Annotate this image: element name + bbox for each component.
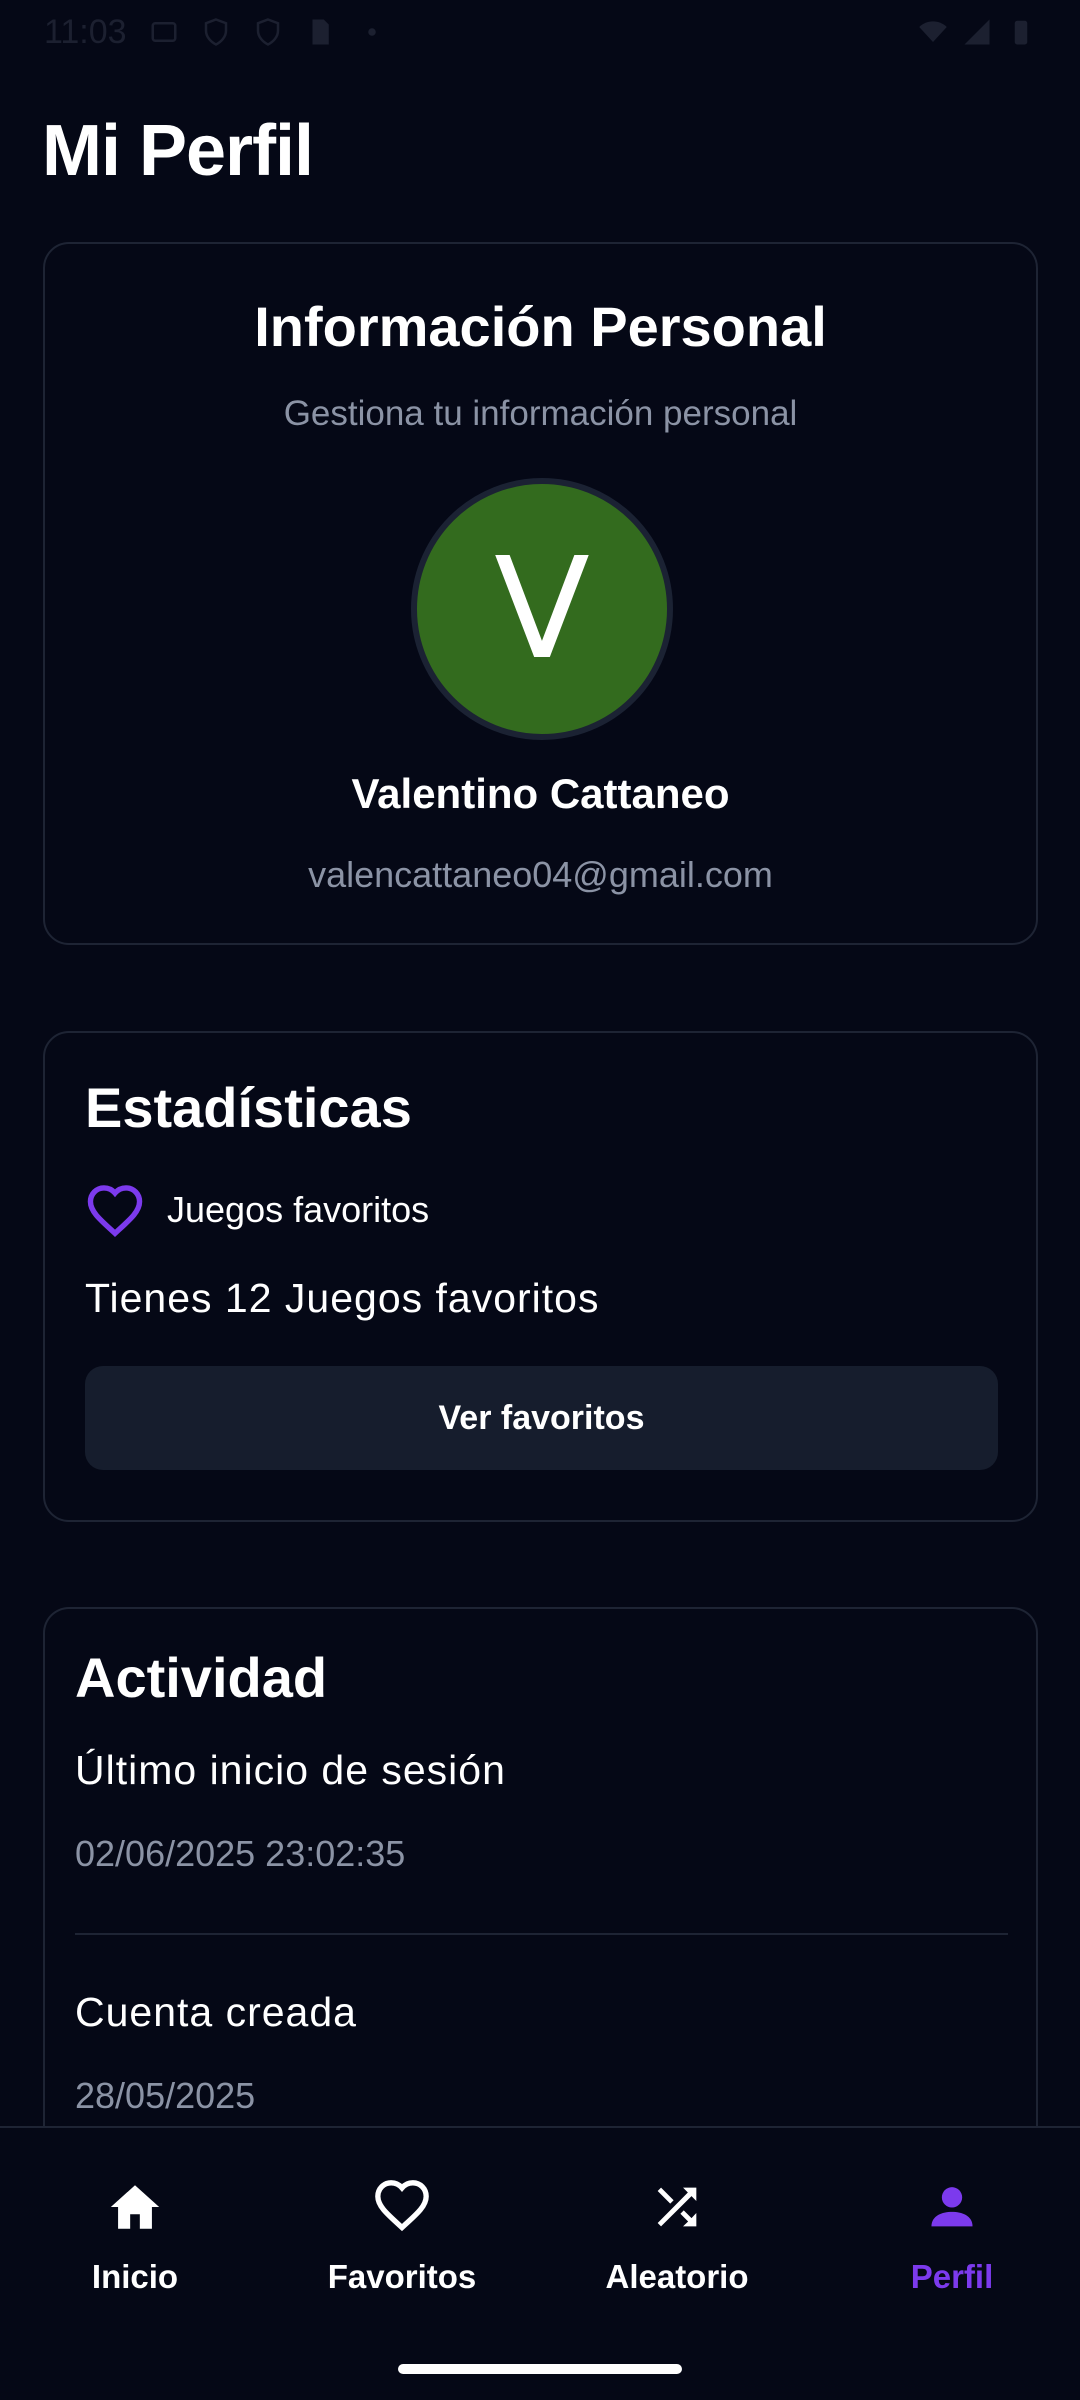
stats-title: Estadísticas xyxy=(85,1076,412,1139)
avatar[interactable]: V xyxy=(411,478,673,740)
avatar-letter: V xyxy=(494,527,590,691)
user-email: valencattaneo04@gmail.com xyxy=(308,854,773,895)
activity-card: Actividad Último inicio de sesión 02/06/… xyxy=(43,1607,1038,2127)
screen-record-icon xyxy=(151,22,177,42)
nav-label-aleatorio: Aleatorio xyxy=(605,2258,749,2295)
dot-icon xyxy=(367,28,376,36)
nav-label-perfil: Perfil xyxy=(910,2258,994,2295)
bottom-nav: Inicio Favoritos Aleatorio Perfil xyxy=(0,2126,1080,2400)
stats-card: Estadísticas Juegos favoritos Tienes 12 … xyxy=(43,1031,1038,1522)
home-icon xyxy=(110,2185,160,2229)
status-bar: 11:03 xyxy=(0,0,1080,64)
account-created-label: Cuenta creada xyxy=(75,1989,357,2035)
status-time: 11:03 xyxy=(44,12,127,51)
shuffle-icon xyxy=(657,2187,697,2227)
signal-icon xyxy=(964,19,990,45)
nav-item-favoritos[interactable]: Favoritos xyxy=(267,2178,537,2328)
nav-label-favoritos: Favoritos xyxy=(327,2258,477,2295)
nav-item-perfil[interactable]: Perfil xyxy=(817,2178,1080,2328)
divider xyxy=(75,1933,1008,1935)
favorites-label: Juegos favoritos xyxy=(167,1189,430,1230)
home-indicator[interactable] xyxy=(398,2364,682,2374)
page-title: Mi Perfil xyxy=(42,111,314,191)
profile-screen: 11:03 Mi Perfil Información Personal Ges… xyxy=(0,0,1080,2400)
shield-icon xyxy=(204,18,227,46)
battery-icon xyxy=(1014,20,1028,45)
sim-card-icon xyxy=(312,19,329,45)
user-name: Valentino Cattaneo xyxy=(351,770,730,817)
status-left: 11:03 xyxy=(44,13,387,52)
favorites-summary: Tienes 12 Juegos favoritos xyxy=(85,1275,600,1321)
last-login-value: 02/06/2025 23:02:35 xyxy=(75,1833,406,1874)
heart-icon xyxy=(87,1185,143,1237)
nav-item-aleatorio[interactable]: Aleatorio xyxy=(542,2178,812,2328)
nav-label-inicio: Inicio xyxy=(91,2258,179,2295)
last-login-label: Último inicio de sesión xyxy=(75,1747,506,1793)
favorites-row: Juegos favoritos xyxy=(85,1183,429,1237)
personal-info-title: Información Personal xyxy=(254,295,827,358)
shield-icon xyxy=(256,18,279,46)
person-icon xyxy=(931,2187,973,2227)
activity-title: Actividad xyxy=(75,1646,328,1709)
nav-item-inicio[interactable]: Inicio xyxy=(0,2178,270,2328)
wifi-icon xyxy=(919,21,947,42)
status-right xyxy=(918,17,1036,47)
heart-icon xyxy=(375,2180,429,2232)
view-favorites-button[interactable]: Ver favoritos xyxy=(85,1366,998,1470)
account-created-value: 28/05/2025 xyxy=(75,2075,256,2116)
personal-info-card: Información Personal Gestiona tu informa… xyxy=(43,242,1038,945)
personal-info-subtitle: Gestiona tu información personal xyxy=(283,394,798,433)
